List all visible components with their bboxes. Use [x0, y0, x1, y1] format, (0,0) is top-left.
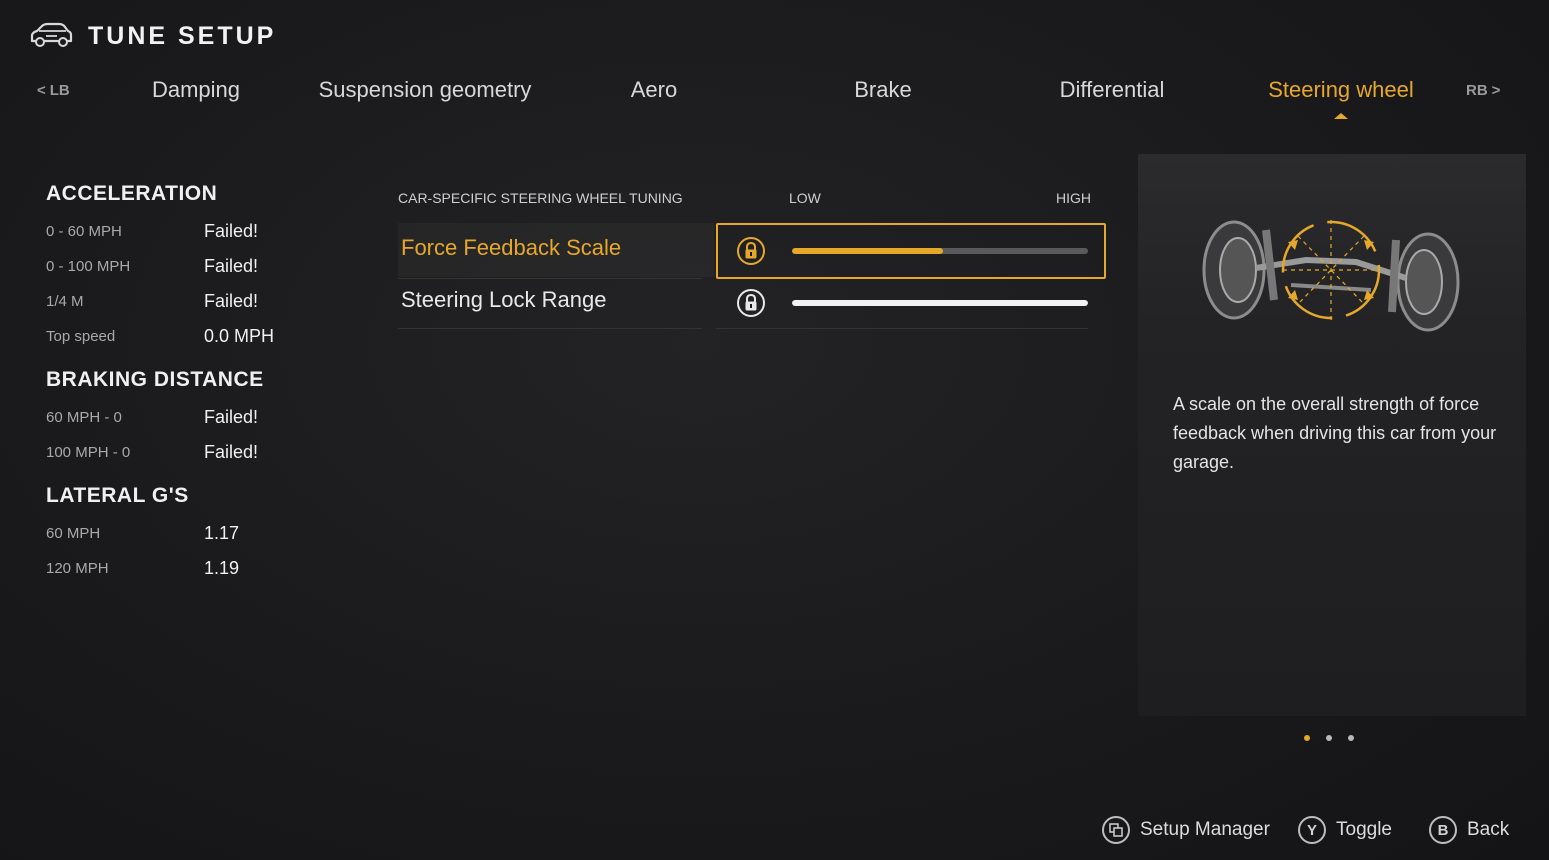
tab-brake[interactable]: Brake	[854, 77, 911, 103]
stat-row: 1/4 M Failed!	[46, 284, 346, 319]
slider-fill	[792, 248, 943, 254]
lock-icon[interactable]	[736, 236, 766, 266]
stat-label: Top speed	[46, 328, 116, 345]
stat-row: 120 MPH 1.19	[46, 551, 346, 586]
setting-label: Force Feedback Scale	[401, 235, 622, 260]
stat-value: Failed!	[204, 442, 259, 462]
page-dot-active[interactable]	[1304, 735, 1310, 741]
steering-suspension-icon	[1202, 220, 1460, 332]
back-button[interactable]: B Back	[1429, 816, 1509, 844]
setting-slider-control[interactable]	[716, 223, 1106, 279]
stat-value: Failed!	[204, 291, 259, 311]
tab-suspension-geometry[interactable]: Suspension geometry	[319, 77, 532, 103]
stat-row: 0 - 60 MPH Failed!	[46, 214, 346, 249]
stat-value: Failed!	[204, 407, 259, 427]
active-tab-indicator	[1334, 113, 1348, 119]
stat-row: 60 MPH - 0 Failed!	[46, 400, 346, 435]
stat-label: 60 MPH - 0	[46, 409, 122, 426]
slider-track[interactable]	[792, 248, 1088, 254]
car-icon	[30, 22, 73, 47]
stat-label: 120 MPH	[46, 560, 109, 577]
high-label: HIGH	[1056, 190, 1091, 206]
page-title: TUNE SETUP	[88, 21, 277, 50]
setup-manager-label: Setup Manager	[1140, 819, 1270, 840]
row-divider	[716, 328, 1088, 329]
info-panel: A scale on the overall strength of force…	[1138, 154, 1526, 716]
row-divider	[398, 328, 702, 329]
lateral-gs-heading: LATERAL G'S	[46, 484, 189, 507]
setting-slider-control[interactable]	[716, 275, 1106, 331]
tab-bar: < LB Damping Suspension geometry Aero Br…	[0, 74, 1549, 119]
toggle-label: Toggle	[1336, 819, 1392, 840]
page-dot[interactable]	[1326, 735, 1332, 741]
left-bumper-hint[interactable]: < LB	[37, 82, 70, 99]
stat-value: 1.19	[204, 558, 240, 578]
view-button-icon	[1102, 816, 1130, 844]
stat-row: Top speed 0.0 MPH	[46, 319, 346, 354]
acceleration-heading: ACCELERATION	[46, 182, 218, 205]
braking-distance-heading: BRAKING DISTANCE	[46, 368, 264, 391]
stat-row: 0 - 100 MPH Failed!	[46, 249, 346, 284]
chevron-left-icon: <	[37, 82, 46, 99]
back-label: Back	[1467, 819, 1510, 840]
slider-track[interactable]	[792, 300, 1088, 306]
tab-damping[interactable]: Damping	[152, 77, 240, 103]
tab-steering-wheel[interactable]: Steering wheel	[1268, 77, 1414, 103]
b-button-icon: B	[1429, 816, 1457, 844]
stat-label: 60 MPH	[46, 525, 101, 542]
section-label: CAR-SPECIFIC STEERING WHEEL TUNING	[398, 190, 683, 206]
setting-label: Steering Lock Range	[401, 287, 607, 312]
setup-manager-button[interactable]: Setup Manager	[1102, 816, 1270, 844]
stat-label: 1/4 M	[46, 293, 84, 310]
right-bumper-hint[interactable]: RB >	[1466, 82, 1500, 99]
low-label: LOW	[789, 190, 821, 206]
chevron-right-icon: >	[1491, 82, 1501, 99]
setting-description: A scale on the overall strength of force…	[1173, 394, 1497, 472]
y-button-icon: Y	[1298, 816, 1326, 844]
setting-steering-lock-range[interactable]: Steering Lock Range	[398, 275, 1104, 329]
stat-label: 100 MPH - 0	[46, 444, 131, 461]
lock-icon[interactable]	[736, 288, 766, 318]
stat-value: Failed!	[204, 256, 259, 276]
tab-differential[interactable]: Differential	[1060, 77, 1165, 103]
left-bumper-label: LB	[49, 82, 70, 99]
page-dot[interactable]	[1348, 735, 1354, 741]
stat-row: 60 MPH 1.17	[46, 516, 346, 551]
stat-label: 0 - 60 MPH	[46, 223, 122, 240]
stat-row: 100 MPH - 0 Failed!	[46, 435, 346, 470]
header: TUNE SETUP	[28, 18, 276, 54]
performance-stats: ACCELERATION 0 - 60 MPH Failed! 0 - 100 M…	[46, 180, 346, 586]
right-bumper-label: RB	[1466, 82, 1488, 99]
stat-value: Failed!	[204, 221, 259, 241]
stat-label: 0 - 100 MPH	[46, 258, 131, 275]
info-pagination	[1304, 735, 1354, 741]
setting-force-feedback-scale[interactable]: Force Feedback Scale	[398, 223, 1106, 279]
slider-fill	[792, 300, 1088, 306]
stat-value: 1.17	[204, 523, 240, 543]
toggle-button[interactable]: Y Toggle	[1298, 816, 1392, 844]
tab-aero[interactable]: Aero	[631, 77, 677, 103]
stat-value: 0.0 MPH	[204, 326, 275, 346]
